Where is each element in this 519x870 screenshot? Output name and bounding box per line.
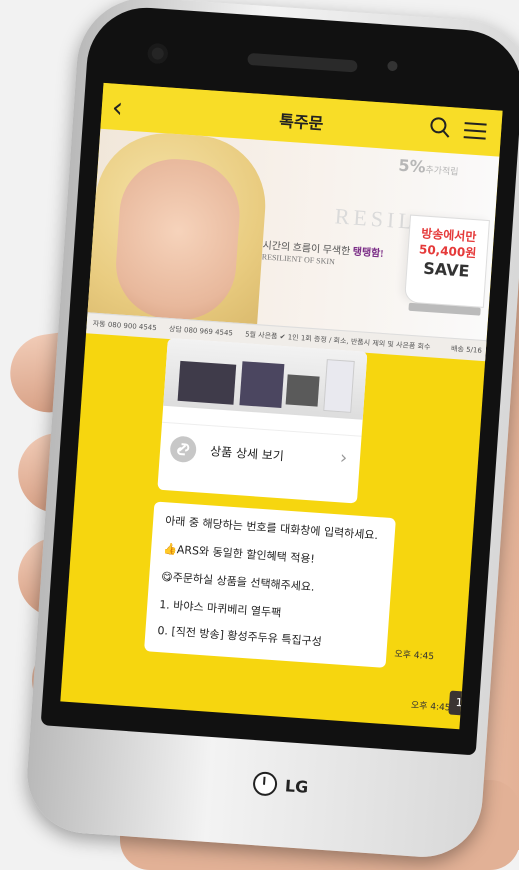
banner-percent-tag: 5%추가적립 (397, 155, 459, 178)
promo-banner[interactable]: 5%추가적립 RESIL 시간의 흐름이 무색한 탱탱함! RESILIENT … (86, 128, 500, 362)
message-line: 👍ARS와 동일한 할인혜택 적용! (162, 542, 316, 566)
message-line: 아래 중 해당하는 번호를 대화창에 입력하세요. (164, 514, 379, 543)
banner-big-word: RESIL (333, 203, 417, 234)
product-box (239, 361, 285, 409)
message-line: 1. 바야스 마퀴베리 열두팩 (158, 598, 282, 620)
auto-phone: 자동 080 900 4545 (92, 319, 157, 333)
hamburger-menu-icon[interactable] (462, 120, 488, 146)
phone-bezel: ‹ 톡주문 5%추가적립 RESIL 시간의 흐름이 무색한 탱탱함! RESI… (40, 3, 519, 756)
sent-time: 오후 4:45 (410, 700, 451, 714)
product-image (163, 337, 368, 420)
message-line: 0. [직전 방송] 황성주두유 특집구성 (157, 623, 323, 649)
lg-brand: LG (252, 771, 309, 799)
plus-icon[interactable]: + (67, 723, 89, 729)
model-face (112, 155, 244, 324)
proximity-sensor (387, 60, 398, 72)
product-detail-label: 상품 상세 보기 (209, 444, 285, 464)
lg-text: LG (284, 775, 309, 797)
chat-input-bar: + ⌃ (60, 713, 459, 730)
chat-message-bubble: 아래 중 해당하는 번호를 대화창에 입력하세요. 👍ARS와 동일한 할인혜택… (144, 501, 396, 668)
banner-footer-right: 배송 5/16 (450, 344, 483, 355)
front-camera (147, 42, 169, 65)
message-line: 😋주문하실 상품을 선택해주세요. (160, 570, 315, 594)
thumbs-up-icon: 👍 (162, 542, 178, 557)
product-card[interactable]: 상품 상세 보기 › (157, 337, 368, 504)
product-bag (323, 359, 355, 413)
product-detail-row[interactable]: 상품 상세 보기 › (158, 421, 362, 485)
product-box (177, 360, 237, 405)
product-box (285, 374, 320, 407)
my-reply-bubble: 1 (448, 690, 470, 716)
expand-up-icon[interactable]: ⌃ (99, 725, 119, 729)
chevron-right-icon: › (339, 447, 348, 469)
phone-device: ‹ 톡주문 5%추가적립 RESIL 시간의 흐름이 무색한 탱탱함! RESI… (23, 0, 519, 861)
save-box: 방송에서만 50,400원 SAVE (403, 214, 490, 308)
earpiece-speaker (247, 52, 358, 73)
lg-logo-icon (252, 771, 278, 797)
app-screen: ‹ 톡주문 5%추가적립 RESIL 시간의 흐름이 무색한 탱탱함! RESI… (60, 82, 503, 730)
received-time: 오후 4:45 (394, 649, 435, 663)
save-line3: SAVE (422, 258, 471, 281)
link-icon (169, 435, 198, 464)
search-icon[interactable] (428, 116, 452, 143)
